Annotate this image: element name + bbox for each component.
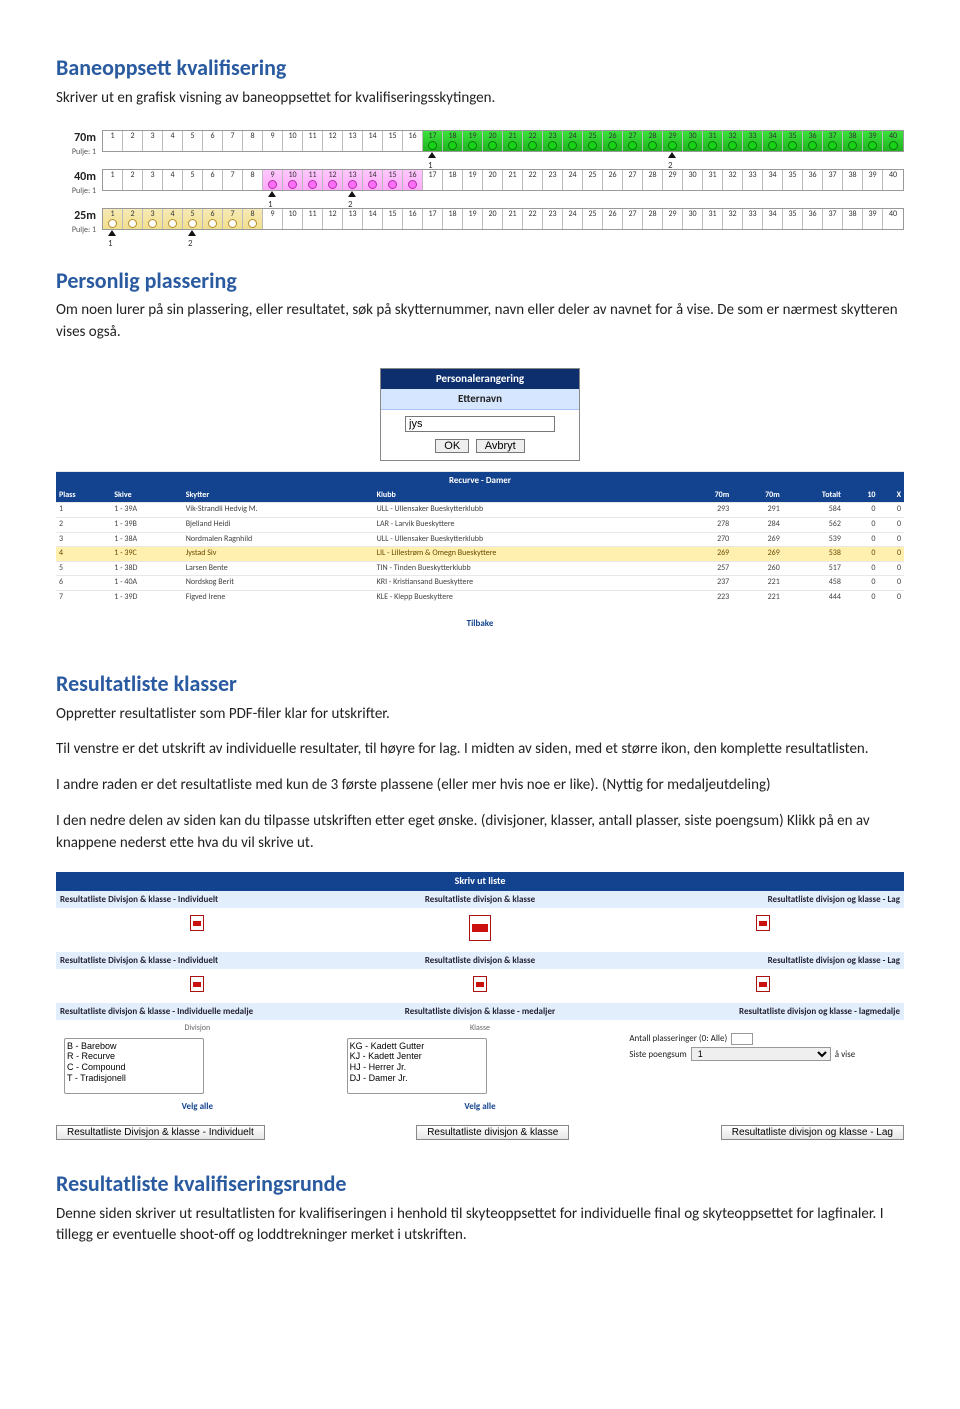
divisjon-label: Divisjon (64, 1023, 331, 1035)
table-row[interactable]: 21 - 39BBjelland HeidiLAR - Larvik Buesk… (56, 518, 904, 533)
pdf-icon[interactable] (756, 915, 770, 931)
print-bar-3r: Resultatliste divisjon og klasse - lagme… (621, 1003, 904, 1020)
text-baneoppsett: Skriver ut en grafisk visning av baneopp… (56, 88, 904, 110)
print-bar-1c: Resultatliste divisjon & klasse (339, 891, 622, 908)
text-rl-1: Oppretter resultatlister som PDF-filer k… (56, 704, 904, 726)
print-bar-1l: Resultatliste Divisjon & klasse - Indivi… (56, 891, 339, 908)
klasse-label: Klasse (347, 1023, 614, 1035)
lastname-input[interactable] (405, 416, 555, 432)
table-caption: Recurve - Damer (56, 471, 904, 489)
print-header: Skriv ut liste (56, 872, 904, 891)
search-dialog: Personalerangering Etternavn OK Avbryt (380, 368, 580, 461)
print-bar-2l: Resultatliste Divisjon & klasse - Indivi… (56, 952, 339, 969)
text-rl-3: I andre raden er det resultatliste med k… (56, 775, 904, 797)
dialog-field-label: Etternavn (381, 389, 579, 410)
table-row[interactable]: 31 - 38ANordmalen RagnhildULL - Ullensak… (56, 532, 904, 547)
print-bar-3l: Resultatliste divisjon & klasse - Indivi… (56, 1003, 339, 1020)
ok-button[interactable]: OK (435, 439, 469, 453)
heading-baneoppsett: Baneoppsett kvalifisering (56, 52, 904, 84)
siste-select[interactable]: 1 (691, 1047, 831, 1061)
select-all-divisjon[interactable]: Velg alle (64, 1097, 331, 1116)
pdf-icon[interactable] (190, 976, 204, 992)
siste-label-b: å vise (835, 1048, 855, 1061)
lane-diagram: 70mPulje: 112345678910111213141516171819… (56, 130, 904, 237)
cancel-button[interactable]: Avbryt (476, 439, 525, 453)
heading-personlig: Personlig plassering (56, 265, 904, 297)
table-row[interactable]: 11 - 39AVik-Strandli Hedvig M.ULL - Ulle… (56, 503, 904, 518)
pdf-icon[interactable] (190, 915, 204, 931)
select-all-klasse[interactable]: Velg alle (347, 1097, 614, 1116)
print-bar-1r: Resultatliste divisjon og klasse - Lag (621, 891, 904, 908)
back-link[interactable]: Tilbake (56, 613, 904, 640)
text-rl-4: I den nedre delen av siden kan du tilpas… (56, 811, 904, 855)
table-row[interactable]: 41 - 39CJystad SivLIL - Lillestrøm & Ome… (56, 547, 904, 562)
print-btn-right[interactable]: Resultatliste divisjon og klasse - Lag (721, 1125, 904, 1140)
print-btn-center[interactable]: Resultatliste divisjon & klasse (416, 1125, 569, 1140)
siste-label-a: Siste poengsum (629, 1048, 686, 1061)
table-row[interactable]: 61 - 40ANordskog BeritKRI - Kristiansand… (56, 576, 904, 591)
pdf-icon[interactable] (756, 976, 770, 992)
antall-label: Antall plasseringer (0: Alle) (629, 1032, 727, 1045)
klasse-select[interactable]: KG - Kadett GutterKJ - Kadett JenterHJ -… (347, 1038, 487, 1094)
print-btn-left[interactable]: Resultatliste Divisjon & klasse - Indivi… (56, 1125, 265, 1140)
print-bar-2r: Resultatliste divisjon og klasse - Lag (621, 952, 904, 969)
text-rl-2: Til venstre er det utskrift av individue… (56, 739, 904, 761)
heading-resultatliste: Resultatliste klasser (56, 668, 904, 700)
antall-input[interactable] (731, 1033, 753, 1045)
text-kvalrunde: Denne siden skriver ut resultatlisten fo… (56, 1204, 904, 1248)
heading-kvalrunde: Resultatliste kvalifiseringsrunde (56, 1168, 904, 1200)
table-row[interactable]: 51 - 38DLarsen BenteTIN - Tinden Bueskyt… (56, 561, 904, 576)
results-table: Recurve - Damer PlassSkiveSkytterKlubb70… (56, 471, 904, 605)
dialog-header: Personalerangering (381, 369, 579, 389)
print-bar-3c: Resultatliste divisjon & klasse - medalj… (339, 1003, 622, 1020)
divisjon-select[interactable]: B - BarebowR - RecurveC - CompoundT - Tr… (64, 1038, 204, 1094)
table-row[interactable]: 71 - 39DFigved IreneKLE - Klepp Bueskytt… (56, 591, 904, 605)
pdf-icon[interactable] (469, 915, 491, 941)
text-personlig: Om noen lurer på sin plassering, eller r… (56, 300, 904, 344)
print-grid: Resultatliste Divisjon & klasse - Indivi… (56, 891, 904, 1119)
print-bar-2c: Resultatliste divisjon & klasse (339, 952, 622, 969)
pdf-icon[interactable] (473, 976, 487, 992)
